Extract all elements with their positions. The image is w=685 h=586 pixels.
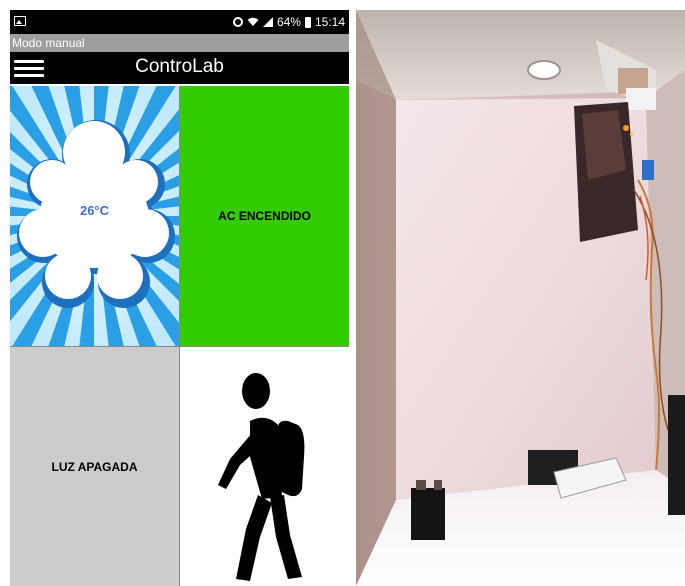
ac-status-tile[interactable]: AC ENCENDIDO <box>180 86 349 346</box>
light-status-label: LUZ APAGADA <box>51 459 138 474</box>
status-time: 15:14 <box>314 15 345 29</box>
battery-percent: 64% <box>276 15 301 29</box>
activity-title: Modo manual <box>12 36 85 50</box>
battery-icon <box>304 16 311 28</box>
status-indicators: 64% 15:14 <box>232 15 345 29</box>
wifi-icon <box>247 17 259 26</box>
temperature-value: 26°C <box>79 203 110 218</box>
app-bar: ControLab <box>10 52 349 84</box>
light-status-tile[interactable]: LUZ APAGADA <box>10 347 179 586</box>
ac-status-label: AC ENCENDIDO <box>218 209 311 223</box>
enclosure-photo-illustration <box>356 10 685 586</box>
tile-divider-vertical <box>179 86 180 586</box>
status-bar: 64% 15:14 <box>10 10 349 34</box>
app-title: ControLab <box>135 56 224 77</box>
presence-tile[interactable] <box>180 347 349 586</box>
signal-icon <box>262 17 273 27</box>
device-enclosure-photo <box>356 10 685 586</box>
gallery-icon <box>14 16 26 26</box>
person-walking-icon <box>218 373 305 581</box>
tile-divider-horizontal <box>10 346 349 347</box>
temperature-tile[interactable]: 26°C <box>10 86 179 346</box>
phone-screenshot: 64% 15:14 Modo manual ControLab 26°C AC … <box>10 10 349 586</box>
alarm-icon <box>232 17 243 27</box>
activity-title-bar: Modo manual <box>10 34 349 52</box>
